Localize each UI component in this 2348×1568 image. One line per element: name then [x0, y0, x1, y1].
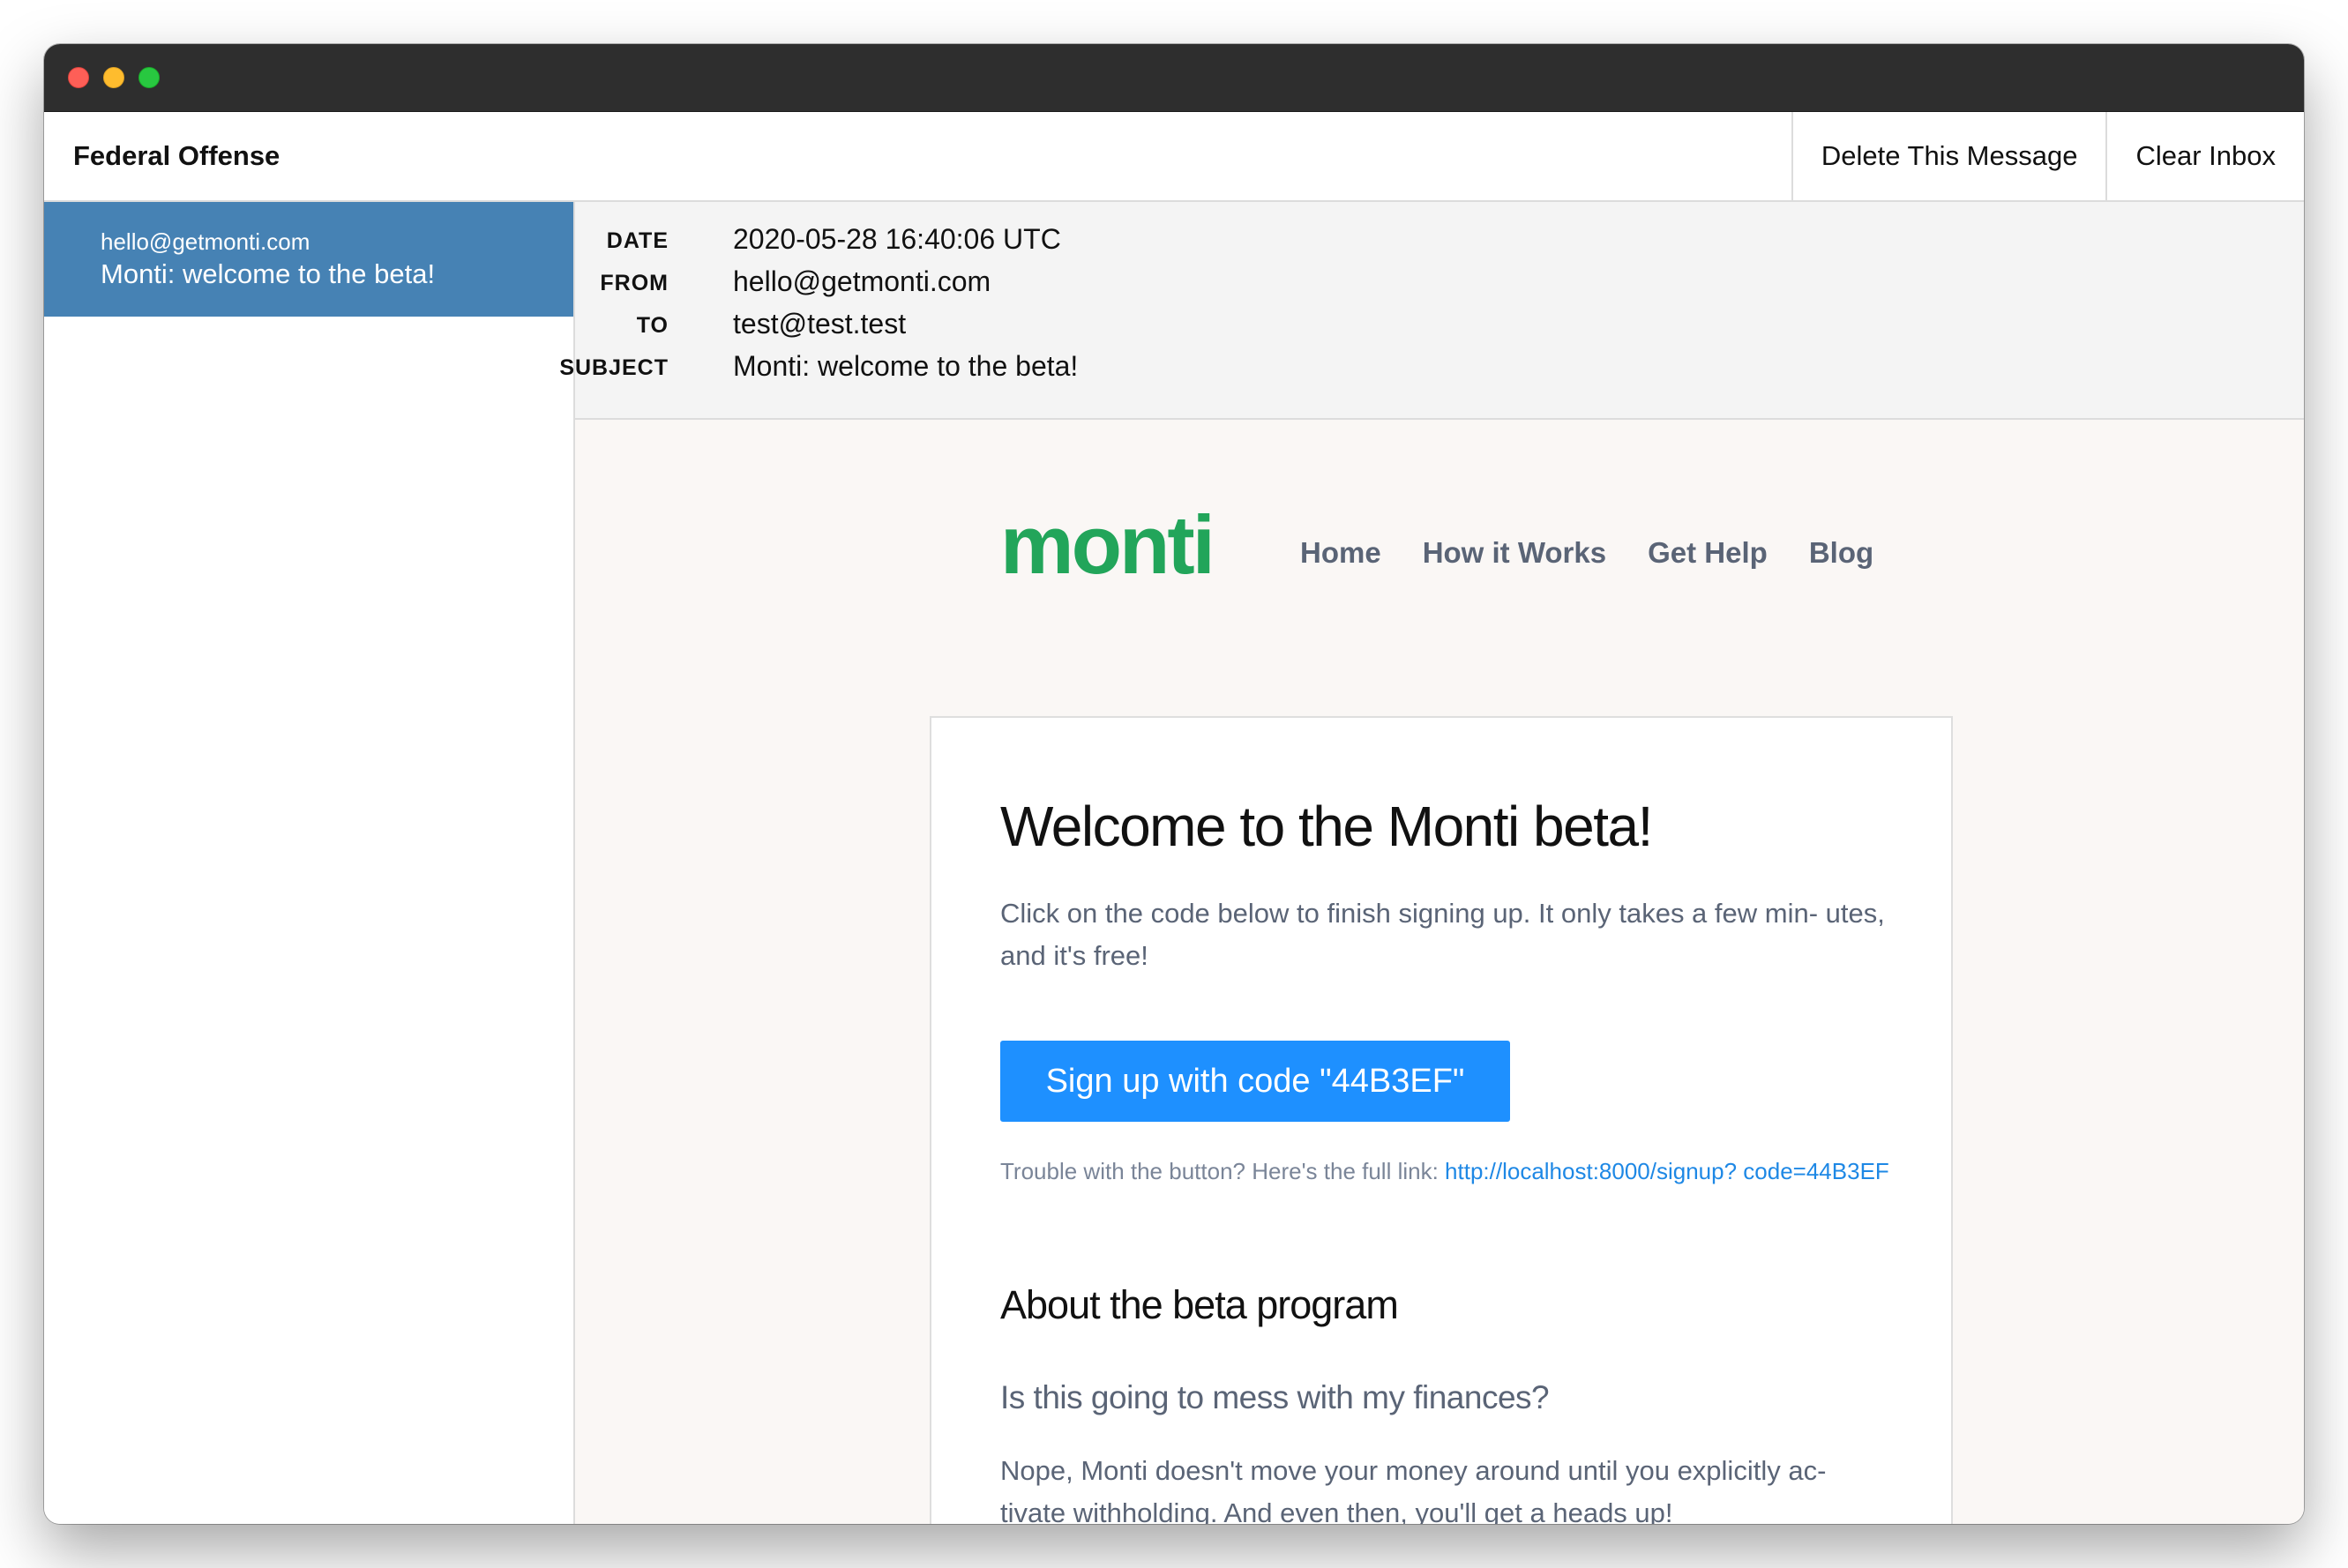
- email-title: Welcome to the Monti beta!: [1000, 795, 1653, 858]
- subject-value: Monti: welcome to the beta!: [733, 350, 1079, 382]
- nav-link-get-help[interactable]: Get Help: [1648, 536, 1768, 570]
- fallback-label: Trouble with the button? Here's the full…: [1000, 1158, 1446, 1184]
- signup-link[interactable]: http://localhost:8000/signup? code=44B3E…: [1445, 1158, 1889, 1184]
- message-headers: DATE 2020-05-28 16:40:06 UTC FROM hello@…: [559, 202, 2304, 420]
- email-intro: Click on the code below to finish signin…: [1000, 898, 1885, 971]
- date-value: 2020-05-28 16:40:06 UTC: [733, 223, 1061, 255]
- email-body-pane[interactable]: monti Home How it Works Get Help Blog We…: [575, 420, 2304, 1524]
- inbox-list-item[interactable]: hello@getmonti.com Monti: welcome to the…: [44, 202, 573, 317]
- header-row-from: FROM hello@getmonti.com: [575, 264, 2304, 306]
- faq-question: Is this going to mess with my finances?: [1000, 1379, 1550, 1415]
- app-title: Federal Offense: [73, 140, 280, 171]
- window-titlebar: [44, 44, 2304, 112]
- from-label: FROM: [600, 271, 669, 295]
- email-card: Welcome to the Monti beta! Click on the …: [930, 716, 1953, 1524]
- desktop: Federal Offense Delete This Message Clea…: [0, 0, 2348, 1568]
- app-window: Federal Offense Delete This Message Clea…: [44, 44, 2304, 1524]
- monti-logo[interactable]: monti: [1000, 501, 1215, 589]
- fallback-text: Trouble with the button? Here's the full…: [1000, 1155, 1891, 1187]
- nav-link-home[interactable]: Home: [1300, 536, 1381, 570]
- minimize-window-icon[interactable]: [103, 67, 124, 88]
- list-item-sender: hello@getmonti.com: [101, 228, 310, 255]
- header-actions: Delete This Message Clear Inbox: [1791, 112, 2304, 200]
- header-row-date: DATE 2020-05-28 16:40:06 UTC: [575, 221, 2304, 264]
- faq-answer: Nope, Monti doesn't move your money arou…: [1000, 1455, 1827, 1524]
- close-window-icon[interactable]: [68, 67, 89, 88]
- to-value: test@test.test: [733, 308, 907, 340]
- to-label: TO: [636, 313, 669, 338]
- nav-link-how-it-works[interactable]: How it Works: [1423, 536, 1606, 570]
- zoom-window-icon[interactable]: [138, 67, 160, 88]
- delete-message-button[interactable]: Delete This Message: [1791, 112, 2106, 200]
- email-nav: Home How it Works Get Help Blog: [1300, 536, 1915, 570]
- from-value: hello@getmonti.com: [733, 265, 991, 297]
- date-label: DATE: [606, 228, 669, 253]
- list-item-subject: Monti: welcome to the beta!: [101, 258, 436, 289]
- nav-link-blog[interactable]: Blog: [1809, 536, 1873, 570]
- inbox-sidebar: hello@getmonti.com Monti: welcome to the…: [44, 202, 575, 1524]
- header-row-subject: SUBJECT Monti: welcome to the beta!: [559, 348, 2304, 391]
- section-title: About the beta program: [1000, 1282, 1399, 1327]
- header-row-to: TO test@test.test: [575, 306, 2304, 348]
- signup-button[interactable]: Sign up with code "44B3EF": [1000, 1041, 1510, 1122]
- app-header: Federal Offense Delete This Message Clea…: [44, 112, 2304, 202]
- clear-inbox-button[interactable]: Clear Inbox: [2105, 112, 2304, 200]
- subject-label: SUBJECT: [559, 355, 669, 380]
